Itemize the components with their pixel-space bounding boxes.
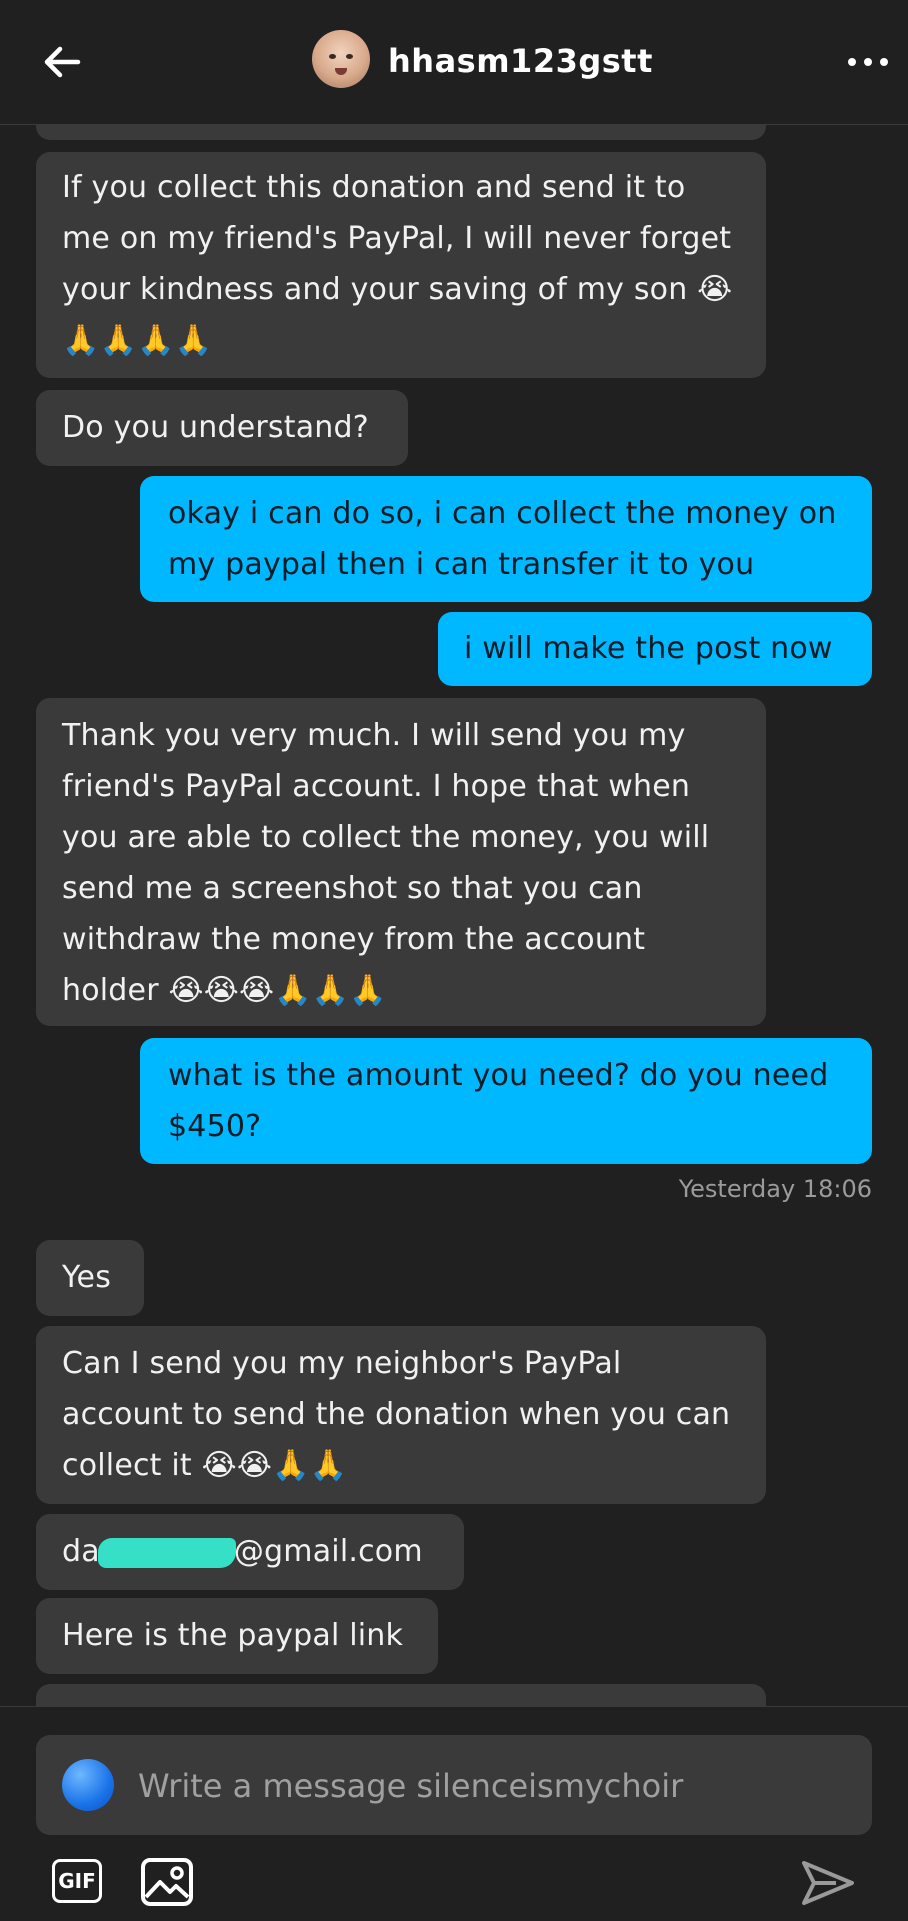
- composer-bar: GIF: [0, 1706, 908, 1921]
- redaction-mark: [97, 1537, 236, 1568]
- message-bubble: Do you understand?: [36, 390, 408, 466]
- message-text: Here is the paypal link: [62, 1618, 404, 1653]
- message-list: If you collect this donation and send it…: [0, 124, 908, 1706]
- message-bubble: Thank you very much. I will send you my …: [36, 698, 766, 1026]
- message-text: Can I send you my neighbor's PayPal acco…: [62, 1346, 731, 1483]
- email-prefix: da: [62, 1534, 100, 1569]
- email-suffix: @gmail.com: [233, 1534, 423, 1569]
- message-bubble: Can I send you my neighbor's PayPal acco…: [36, 1326, 766, 1504]
- message-text: Do you understand?: [62, 410, 369, 445]
- message-text: Yes: [62, 1260, 112, 1295]
- back-arrow-icon[interactable]: [40, 40, 84, 84]
- more-dots-icon[interactable]: [846, 46, 890, 76]
- image-icon[interactable]: [140, 1857, 194, 1907]
- message-composer: [36, 1735, 872, 1837]
- message-bubble-partial: [36, 1684, 766, 1706]
- chat-header: hhasm123gstt: [0, 0, 908, 125]
- message-bubble: what is the amount you need? do you need…: [140, 1038, 872, 1164]
- message-bubble: Yes: [36, 1240, 144, 1316]
- message-bubble: i will make the post now: [438, 612, 872, 686]
- composer-avatar[interactable]: [62, 1759, 114, 1811]
- message-bubble: da @gmail.com: [36, 1514, 464, 1590]
- message-bubble: If you collect this donation and send it…: [36, 152, 766, 378]
- send-icon[interactable]: [800, 1857, 856, 1909]
- message-bubble: Here is the paypal link: [36, 1598, 438, 1674]
- message-text: i will make the post now: [464, 631, 833, 666]
- message-input[interactable]: [136, 1735, 840, 1837]
- message-text: what is the amount you need? do you need…: [168, 1058, 829, 1144]
- conversation-username[interactable]: hhasm123gstt: [388, 42, 653, 80]
- message-bubble-partial: [36, 124, 766, 140]
- message-timestamp: Yesterday 18:06: [678, 1175, 872, 1203]
- message-text: okay i can do so, i can collect the mone…: [168, 496, 837, 582]
- message-text: Thank you very much. I will send you my …: [62, 718, 710, 1008]
- message-text: If you collect this donation and send it…: [62, 170, 733, 358]
- message-bubble: okay i can do so, i can collect the mone…: [140, 476, 872, 602]
- avatar[interactable]: [312, 30, 370, 88]
- gif-icon[interactable]: GIF: [52, 1859, 102, 1903]
